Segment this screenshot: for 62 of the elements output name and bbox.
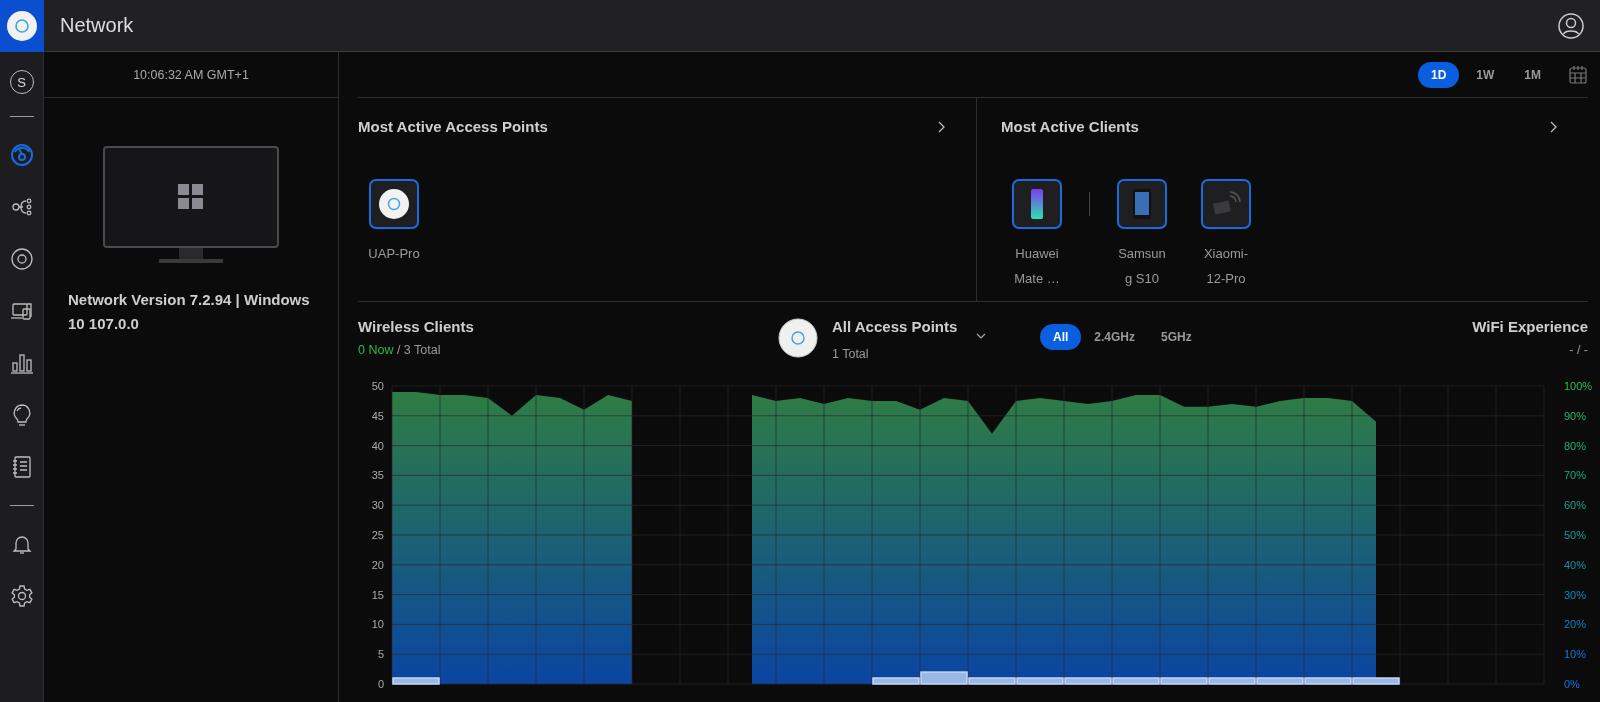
ring-icon bbox=[9, 247, 34, 271]
axis-tick-label: 25 bbox=[371, 529, 384, 541]
device-name: Huawei Mate … bbox=[1013, 245, 1061, 288]
clock-time: 10:06:32 AM GMT+1 bbox=[44, 52, 338, 98]
axis-tick-label: 50 bbox=[371, 380, 384, 392]
band-tab[interactable]: 2.4GHz bbox=[1081, 324, 1149, 350]
profile-icon[interactable] bbox=[1558, 12, 1584, 39]
band-tab[interactable]: 5GHz bbox=[1148, 324, 1205, 350]
page-title: Network bbox=[60, 14, 135, 37]
wifi-experience-value: - / - bbox=[1568, 343, 1588, 357]
axis-tick-label: 40% bbox=[1564, 558, 1587, 571]
axis-tick-label: 10% bbox=[1564, 648, 1587, 661]
client-count-bar bbox=[392, 677, 440, 685]
axis-tick-label: 20% bbox=[1564, 618, 1587, 631]
axis-tick-label: 50% bbox=[1564, 529, 1587, 541]
access-point-total: 1 Total bbox=[832, 347, 870, 361]
card-title: Most Active Clients bbox=[1001, 118, 1139, 135]
axis-tick-label: 0% bbox=[1564, 678, 1580, 690]
chevron-right-icon[interactable] bbox=[936, 119, 946, 134]
chevron-right-icon[interactable] bbox=[1548, 119, 1558, 134]
axis-tick-label: 90% bbox=[1564, 409, 1587, 422]
axis-tick-label: 10 bbox=[371, 618, 384, 631]
range-tab[interactable]: 1M bbox=[1511, 61, 1554, 88]
settings-icon bbox=[9, 584, 34, 608]
axis-tick-label: 40 bbox=[371, 439, 384, 452]
clients-now-count: 0 Now bbox=[358, 343, 394, 357]
device-name: Samsung S10 bbox=[1117, 245, 1167, 288]
axis-tick-label: 80% bbox=[1564, 439, 1587, 452]
bar-chart-icon bbox=[9, 351, 34, 375]
version-caption: Network Version 7.2.94 | Windows 10 107.0.0 bbox=[68, 290, 311, 334]
device-tile[interactable] bbox=[1201, 179, 1251, 229]
section-title: WiFi Experience bbox=[1472, 318, 1588, 335]
device-tile[interactable] bbox=[1117, 179, 1167, 229]
calendar-icon[interactable] bbox=[1568, 64, 1588, 85]
device-tile[interactable] bbox=[369, 179, 419, 229]
axis-tick-label: 45 bbox=[371, 409, 384, 422]
chevron-down-icon[interactable] bbox=[975, 332, 988, 340]
access-point-icon bbox=[778, 318, 818, 358]
device-tile[interactable] bbox=[1012, 179, 1062, 229]
axis-tick-label: 30% bbox=[1564, 588, 1587, 601]
axis-tick-label: 15 bbox=[371, 588, 384, 601]
avatar-button[interactable]: S bbox=[0, 60, 44, 104]
device-name: Xiaomi-12-Pro bbox=[1202, 245, 1250, 288]
axis-tick-label: 70% bbox=[1564, 469, 1587, 482]
card-title: Most Active Access Points bbox=[358, 118, 548, 135]
axis-tick-label: 35 bbox=[371, 469, 384, 482]
axis-tick-label: 100% bbox=[1564, 380, 1593, 392]
range-tab[interactable]: 1W bbox=[1463, 61, 1508, 88]
axis-tick-label: 5 bbox=[377, 648, 384, 661]
axis-tick-label: 60% bbox=[1564, 499, 1587, 512]
logo-icon[interactable] bbox=[7, 11, 37, 41]
access-point-icon bbox=[378, 188, 410, 220]
range-tab[interactable]: 1D bbox=[1418, 61, 1460, 88]
section-title: Wireless Clients bbox=[358, 318, 475, 335]
axis-tick-label: 30 bbox=[371, 499, 384, 512]
device-name: UAP-Pro bbox=[368, 245, 420, 263]
access-point-filter[interactable]: All Access Points bbox=[832, 318, 958, 335]
band-tab[interactable]: All bbox=[1040, 324, 1082, 350]
clients-total-count: / 3 Total bbox=[396, 343, 441, 357]
axis-tick-label: 0 bbox=[377, 678, 384, 690]
axis-tick-label: 20 bbox=[371, 558, 384, 571]
gauge-icon bbox=[9, 143, 34, 167]
